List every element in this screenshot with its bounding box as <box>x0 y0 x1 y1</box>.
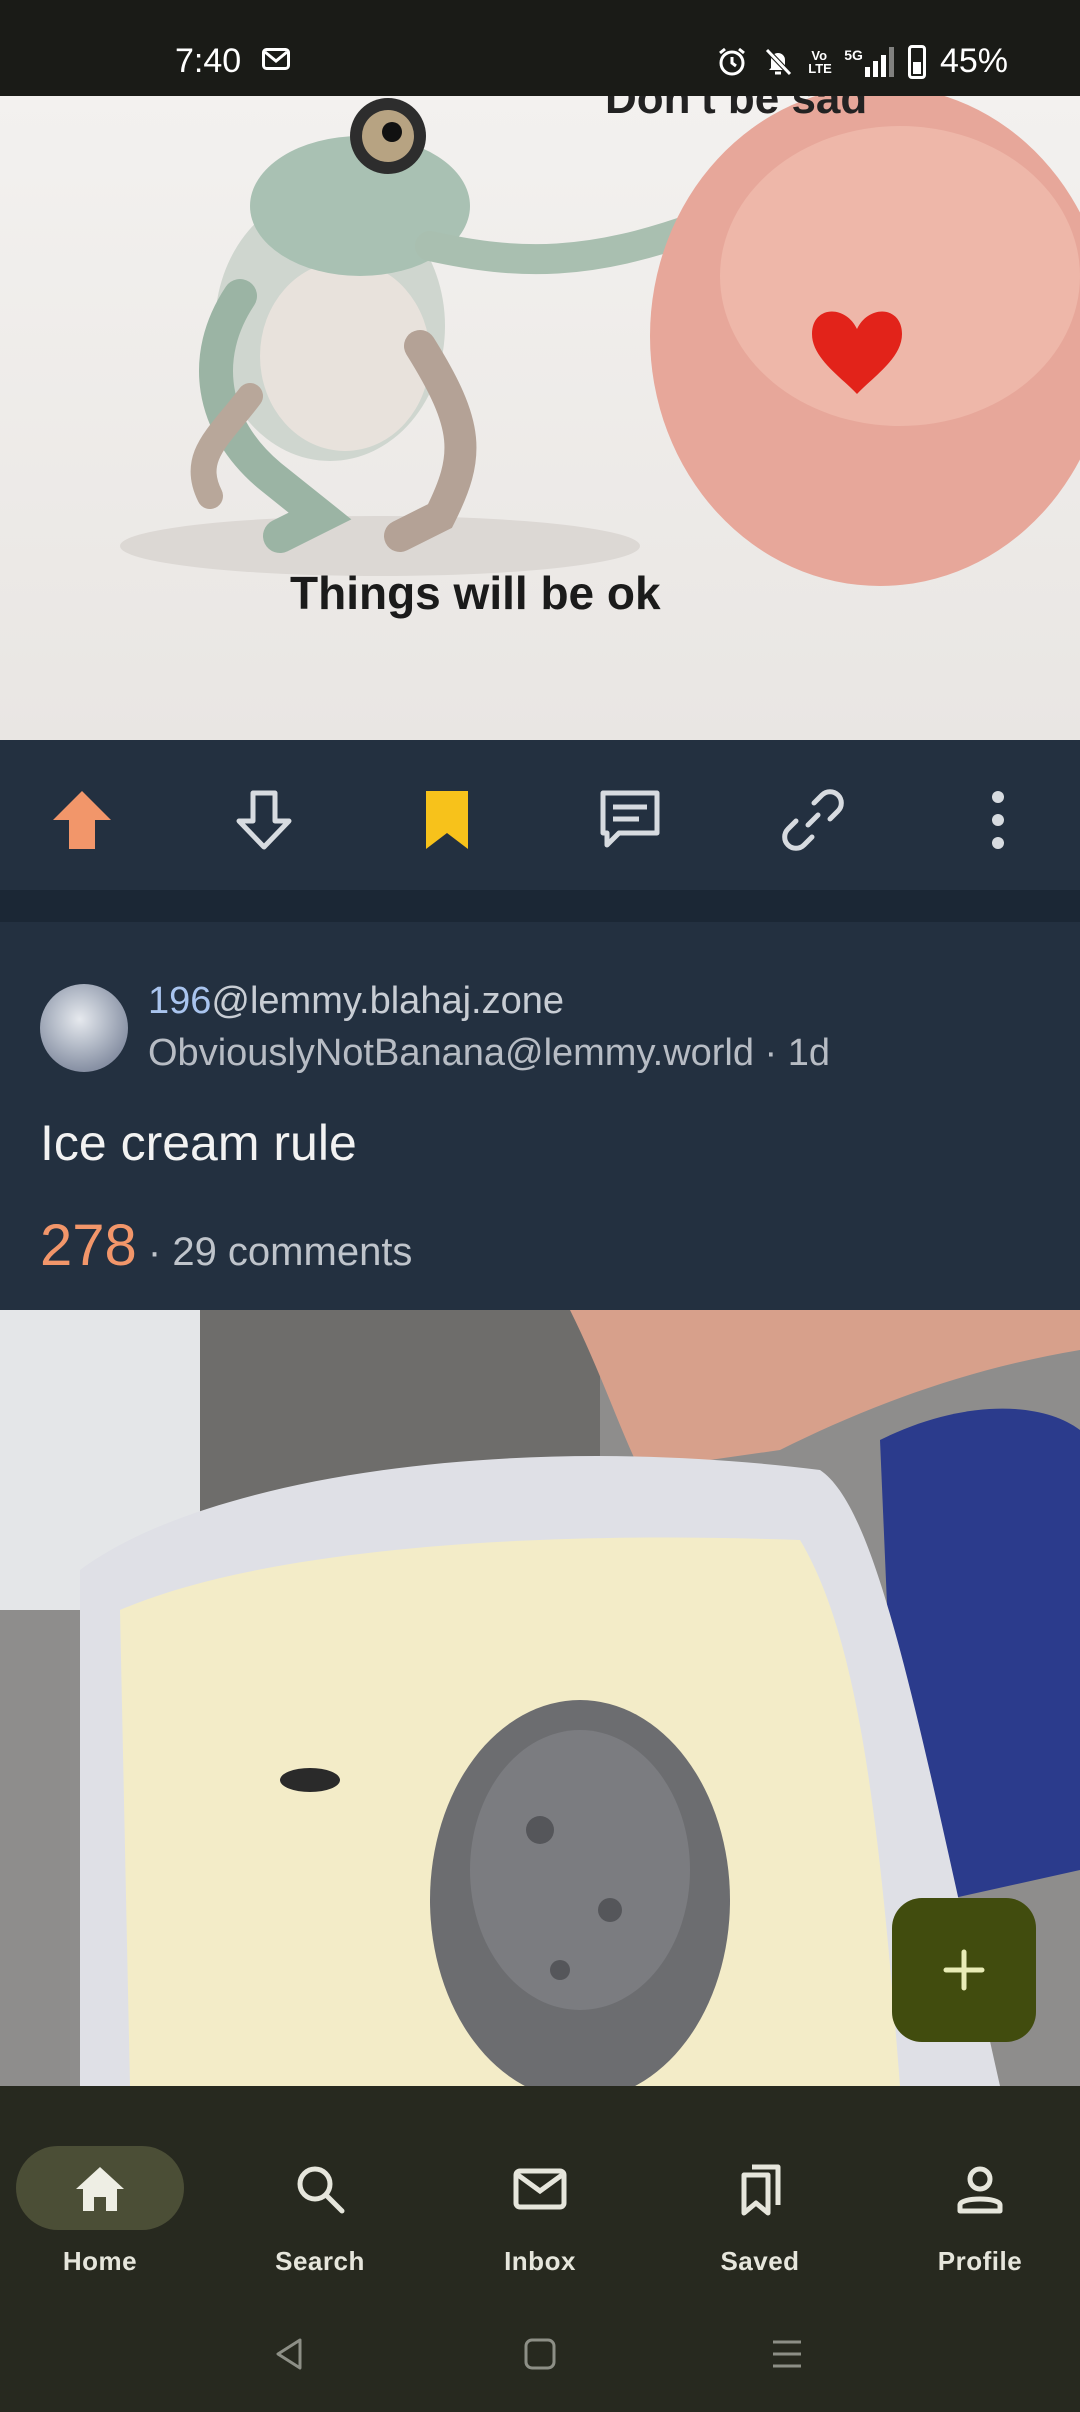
network-label: 5G <box>844 46 863 63</box>
signal-icon <box>864 46 894 77</box>
profile-icon <box>957 2166 1003 2214</box>
inbox-icon <box>513 2168 567 2210</box>
home-square-icon[interactable] <box>520 2334 560 2374</box>
status-icons: Vo LTE 5G 45% <box>716 42 1008 81</box>
post-age: · 1d <box>754 1032 831 1074</box>
link-button[interactable] <box>773 780 853 860</box>
network-type: 5G <box>844 46 894 77</box>
alarm-icon <box>719 47 746 75</box>
status-time: 7:40 <box>175 42 242 80</box>
post-action-bar <box>0 740 1080 890</box>
author-name[interactable]: ObviouslyNotBanana@lemmy.world <box>148 1032 754 1074</box>
bookmark-icon <box>426 791 468 849</box>
nav-profile[interactable]: Profile <box>880 2116 1080 2276</box>
create-post-button[interactable] <box>892 1898 1036 2042</box>
back-icon[interactable] <box>270 2334 310 2374</box>
nav-inbox-label: Inbox <box>504 2246 576 2276</box>
author-line: ObviouslyNotBanana@lemmy.world · 1d <box>148 1032 830 1075</box>
link-icon <box>782 789 844 851</box>
nav-search-label: Search <box>275 2246 365 2276</box>
frog-illustration <box>120 96 1080 586</box>
post-meta: 278 · 29 comments <box>40 1212 412 1279</box>
community-number: 196 <box>148 980 212 1022</box>
nav-home[interactable]: Home <box>0 2116 200 2276</box>
volte-icon: Vo LTE <box>808 47 832 76</box>
upvote-icon <box>53 791 111 849</box>
nav-home-label: Home <box>62 2246 138 2276</box>
home-icon <box>76 2167 124 2211</box>
downvote-icon <box>236 790 292 850</box>
downvote-button[interactable] <box>224 780 304 860</box>
post-image-frog[interactable]: Don't be sad Things will be ok <box>0 96 1080 740</box>
system-navigation-bar <box>0 2292 1080 2412</box>
nav-search[interactable]: Search <box>220 2116 420 2276</box>
bookmark-button[interactable] <box>407 780 487 860</box>
plus-icon <box>943 1949 985 1991</box>
community-avatar[interactable] <box>40 984 128 1072</box>
nav-saved-label: Saved <box>720 2246 800 2276</box>
more-vert-icon <box>992 791 1004 849</box>
screen: 7:40 Vo LTE 5G 45% Don't be sad Things w… <box>0 0 1080 2412</box>
battery-percent: 45% <box>939 42 1008 80</box>
search-icon <box>297 2166 345 2214</box>
post-title[interactable]: Ice cream rule <box>40 1114 357 1172</box>
image-caption-top: Don't be sad <box>605 96 868 123</box>
upvote-button[interactable] <box>42 780 122 860</box>
saved-icon <box>741 2164 781 2216</box>
battery-icon <box>907 44 926 79</box>
post-card[interactable]: 196@lemmy.blahaj.zone ObviouslyNotBanana… <box>0 922 1080 1310</box>
nav-inbox[interactable]: Inbox <box>440 2116 640 2276</box>
recents-icon[interactable] <box>767 2334 807 2374</box>
nav-profile-label: Profile <box>937 2246 1023 2276</box>
community-name[interactable]: 196@lemmy.blahaj.zone <box>148 980 564 1023</box>
mute-icon <box>765 47 793 76</box>
bottom-navigation: Home Search Inbox Saved Profile <box>0 2086 1080 2292</box>
comment-icon <box>600 790 660 848</box>
community-instance: @lemmy.blahaj.zone <box>211 980 564 1022</box>
nav-saved[interactable]: Saved <box>660 2116 860 2276</box>
post-divider <box>0 890 1080 922</box>
post-score: 278 <box>40 1213 137 1278</box>
mail-icon <box>262 48 290 70</box>
status-bar: 7:40 Vo LTE 5G 45% <box>0 0 1080 96</box>
more-options-button[interactable] <box>958 780 1038 860</box>
comment-button[interactable] <box>590 780 670 860</box>
comment-count[interactable]: · 29 comments <box>137 1230 413 1274</box>
image-caption: Things will be ok <box>290 567 661 619</box>
